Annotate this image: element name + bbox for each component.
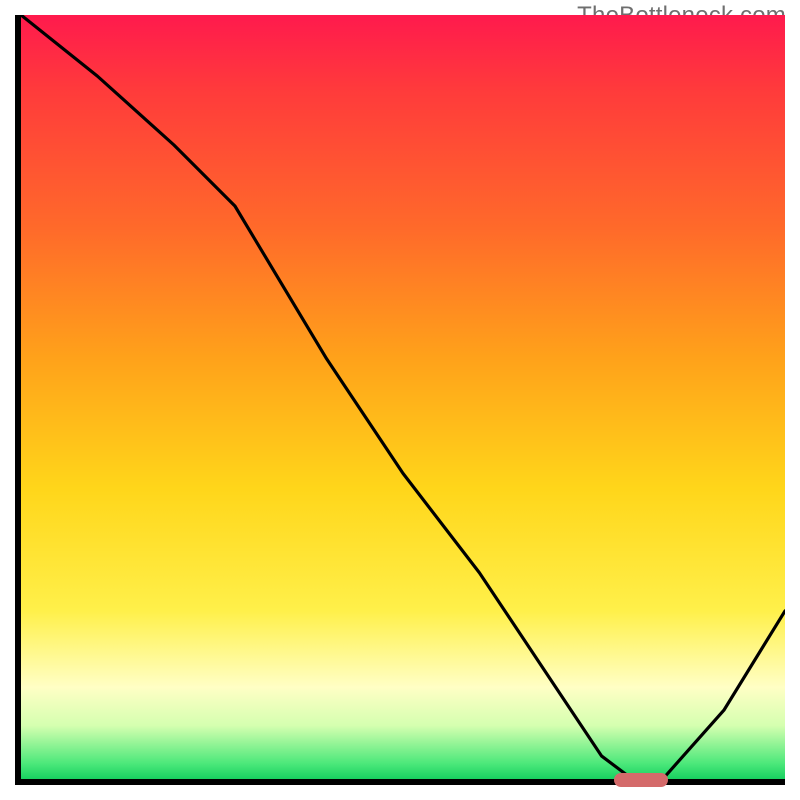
optimal-marker [614,773,668,787]
bottleneck-chart: TheBottleneck.com [0,0,800,800]
curve-svg [21,15,785,779]
bottleneck-curve [21,15,785,779]
plot-area [15,15,785,785]
